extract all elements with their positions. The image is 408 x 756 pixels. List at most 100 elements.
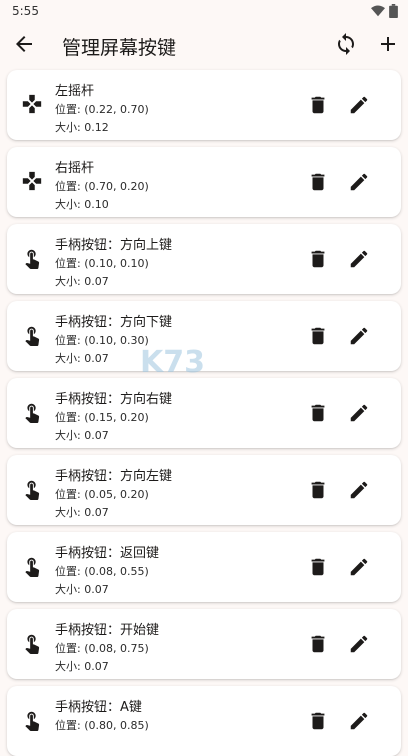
lead-icon [21, 401, 43, 423]
delete-button[interactable] [307, 94, 329, 116]
lead-icon [21, 478, 43, 500]
edit-button[interactable] [348, 710, 370, 732]
lead-icon [21, 324, 43, 346]
pencil-icon [350, 481, 368, 499]
item-name: 左摇杆 [55, 84, 95, 99]
sync-icon [338, 33, 354, 55]
wifi-icon [371, 5, 385, 17]
delete-button[interactable] [307, 633, 329, 655]
edit-button[interactable] [348, 556, 370, 578]
lead-icon [21, 709, 43, 731]
edit-button[interactable] [348, 94, 370, 116]
delete-button[interactable] [307, 325, 329, 347]
delete-button[interactable] [307, 402, 329, 424]
trash-icon [311, 635, 325, 653]
item-size: 大小: 0.10 [55, 198, 109, 211]
delete-button[interactable] [307, 556, 329, 578]
lead-icon [21, 93, 43, 115]
item-name: 手柄按钮：返回键 [55, 546, 160, 561]
edit-button[interactable] [348, 171, 370, 193]
list-item[interactable]: 手柄按钮：方向上键 位置: (0.10, 0.10) 大小: 0.07 [7, 224, 401, 294]
item-size: 大小: 0.12 [55, 121, 109, 134]
pencil-icon [350, 635, 368, 653]
status-bar: 5:55 [0, 0, 408, 22]
lead-icon [21, 555, 43, 577]
item-position: 位置: (0.10, 0.30) [55, 334, 149, 347]
gamepad-icon [22, 94, 42, 114]
list-item[interactable]: 手柄按钮：返回键 位置: (0.08, 0.55) 大小: 0.07 [7, 532, 401, 602]
arrow-back-icon [16, 36, 32, 52]
list-item[interactable]: 右摇杆 位置: (0.70, 0.20) 大小: 0.10 [7, 147, 401, 217]
touch-icon [25, 634, 40, 654]
item-position: 位置: (0.70, 0.20) [55, 180, 149, 193]
trash-icon [311, 712, 325, 730]
trash-icon [311, 404, 325, 422]
pencil-icon [350, 404, 368, 422]
item-position: 位置: (0.08, 0.55) [55, 565, 149, 578]
list-item[interactable]: 手柄按钮：A键 位置: (0.80, 0.85) [7, 686, 401, 756]
item-name: 手柄按钮：方向左键 [55, 469, 173, 484]
trash-icon [311, 558, 325, 576]
item-size: 大小: 0.07 [55, 506, 109, 519]
edit-button[interactable] [348, 633, 370, 655]
item-size: 大小: 0.07 [55, 275, 109, 288]
item-position: 位置: (0.10, 0.10) [55, 257, 149, 270]
edit-button[interactable] [348, 479, 370, 501]
touch-icon [25, 403, 40, 423]
plus-icon [381, 37, 395, 51]
touch-icon [25, 711, 40, 731]
item-size: 大小: 0.07 [55, 660, 109, 673]
status-time: 5:55 [12, 4, 39, 18]
refresh-button[interactable] [334, 32, 358, 56]
battery-icon [389, 4, 398, 18]
item-position: 位置: (0.22, 0.70) [55, 103, 149, 116]
page-title: 管理屏幕按键 [62, 37, 177, 59]
item-name: 手柄按钮：方向上键 [55, 238, 173, 253]
item-position: 位置: (0.80, 0.85) [55, 719, 149, 732]
add-button[interactable] [376, 32, 400, 56]
item-name: 手柄按钮：开始键 [55, 623, 160, 638]
status-icons [371, 4, 398, 18]
list-item[interactable]: 手柄按钮：方向右键 位置: (0.15, 0.20) 大小: 0.07 [7, 378, 401, 448]
item-position: 位置: (0.05, 0.20) [55, 488, 149, 501]
lead-icon [21, 632, 43, 654]
edit-button[interactable] [348, 248, 370, 270]
item-name: 右摇杆 [55, 161, 95, 176]
lead-icon [21, 247, 43, 269]
trash-icon [311, 250, 325, 268]
gamepad-icon [22, 171, 42, 191]
item-name: 手柄按钮：A键 [55, 700, 142, 715]
edit-button[interactable] [348, 325, 370, 347]
pencil-icon [350, 558, 368, 576]
delete-button[interactable] [307, 710, 329, 732]
item-size: 大小: 0.07 [55, 583, 109, 596]
item-position: 位置: (0.08, 0.75) [55, 642, 149, 655]
touch-icon [25, 249, 40, 269]
delete-button[interactable] [307, 248, 329, 270]
back-button[interactable] [12, 32, 36, 56]
list-item[interactable]: 左摇杆 位置: (0.22, 0.70) 大小: 0.12 [7, 70, 401, 140]
trash-icon [311, 327, 325, 345]
item-size: 大小: 0.07 [55, 352, 109, 365]
delete-button[interactable] [307, 479, 329, 501]
item-position: 位置: (0.15, 0.20) [55, 411, 149, 424]
edit-button[interactable] [348, 402, 370, 424]
lead-icon [21, 170, 43, 192]
list-item[interactable]: 手柄按钮：开始键 位置: (0.08, 0.75) 大小: 0.07 [7, 609, 401, 679]
list-item[interactable]: 手柄按钮：方向下键 位置: (0.10, 0.30) 大小: 0.07 [7, 301, 401, 371]
delete-button[interactable] [307, 171, 329, 193]
pencil-icon [350, 250, 368, 268]
pencil-icon [350, 712, 368, 730]
trash-icon [311, 173, 325, 191]
pencil-icon [350, 96, 368, 114]
item-name: 手柄按钮：方向右键 [55, 392, 173, 407]
item-name: 手柄按钮：方向下键 [55, 315, 173, 330]
list-item[interactable]: 手柄按钮：方向左键 位置: (0.05, 0.20) 大小: 0.07 [7, 455, 401, 525]
pencil-icon [350, 173, 368, 191]
touch-icon [25, 326, 40, 346]
touch-icon [25, 480, 40, 500]
touch-icon [25, 557, 40, 577]
item-size: 大小: 0.07 [55, 429, 109, 442]
trash-icon [311, 96, 325, 114]
trash-icon [311, 481, 325, 499]
